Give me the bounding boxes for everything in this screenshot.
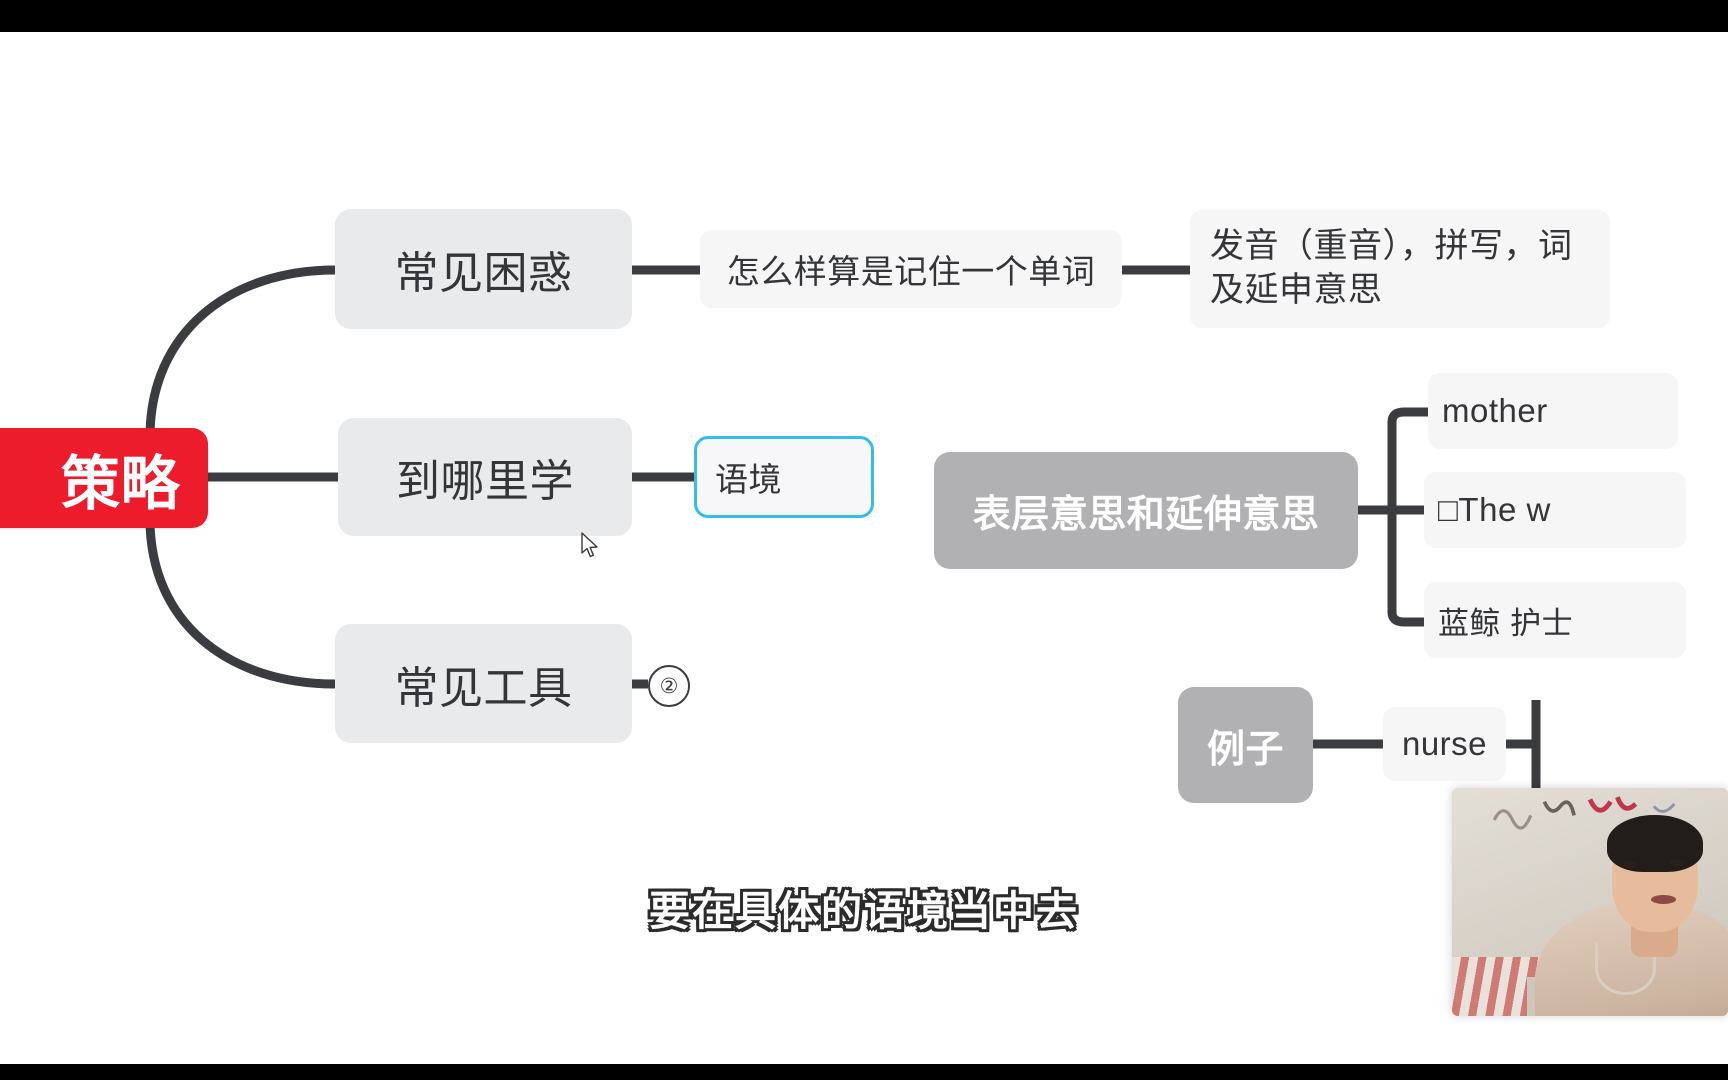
collapsed-children-count: ②: [659, 674, 679, 698]
video-stage: 策略 常见困惑 到哪里学 常见工具 ② 怎么样算是记住一个单词 发音（重音），拼…: [0, 0, 1728, 1080]
video-subtitle-text: 要在具体的语境当中去: [649, 888, 1079, 934]
node-the-w-label: □The w: [1438, 491, 1551, 528]
node-surface-and-extended-meaning-label: 表层意思和延伸意思: [972, 494, 1320, 536]
collapsed-children-badge[interactable]: ②: [648, 665, 690, 707]
letterbox-bottom: [0, 1064, 1728, 1080]
node-example-label: 例子: [1206, 728, 1284, 771]
node-where-to-learn-label: 到哪里学: [396, 457, 574, 506]
node-where-to-learn[interactable]: 到哪里学: [338, 418, 632, 536]
letterbox-top: [0, 0, 1728, 32]
node-nurse-label: nurse: [1401, 725, 1488, 762]
node-nurse[interactable]: nurse: [1383, 707, 1506, 781]
node-blue-whale-nurse[interactable]: 蓝鲸 护士: [1424, 582, 1686, 658]
node-example[interactable]: 例子: [1178, 687, 1313, 803]
webcam-person-eye-left: [1623, 860, 1637, 868]
presenter-webcam-overlay[interactable]: [1452, 788, 1728, 1016]
node-common-confusion[interactable]: 常见困惑: [335, 209, 632, 329]
mindmap-root-label: 策略: [60, 450, 180, 517]
webcam-person-hair: [1606, 815, 1704, 873]
node-what-counts-as-memorizing-label: 怎么样算是记住一个单词: [726, 253, 1096, 290]
node-surface-and-extended-meaning[interactable]: 表层意思和延伸意思: [934, 452, 1358, 569]
node-blue-whale-nurse-label: 蓝鲸 护士: [1438, 605, 1574, 641]
node-common-confusion-label: 常见困惑: [394, 249, 573, 298]
node-context-selected[interactable]: 语境: [694, 436, 874, 518]
mindmap-root-node[interactable]: 策略: [0, 428, 208, 528]
node-the-w[interactable]: □The w: [1424, 472, 1686, 548]
webcam-person-eye-right: [1670, 858, 1684, 866]
node-pronunciation-spelling-meaning-label: 发音（重音），拼写，词及延申意思: [1210, 227, 1573, 310]
node-what-counts-as-memorizing[interactable]: 怎么样算是记住一个单词: [700, 230, 1122, 308]
mindmap-canvas[interactable]: 策略 常见困惑 到哪里学 常见工具 ② 怎么样算是记住一个单词 发音（重音），拼…: [0, 32, 1728, 1064]
mouse-cursor: [581, 532, 598, 558]
node-mother[interactable]: mother: [1428, 373, 1678, 449]
node-common-tools[interactable]: 常见工具: [335, 624, 632, 743]
node-mother-label: mother: [1442, 392, 1548, 429]
node-pronunciation-spelling-meaning[interactable]: 发音（重音），拼写，词及延申意思: [1190, 210, 1610, 328]
node-common-tools-label: 常见工具: [394, 663, 573, 713]
node-context-label: 语境: [715, 461, 782, 498]
